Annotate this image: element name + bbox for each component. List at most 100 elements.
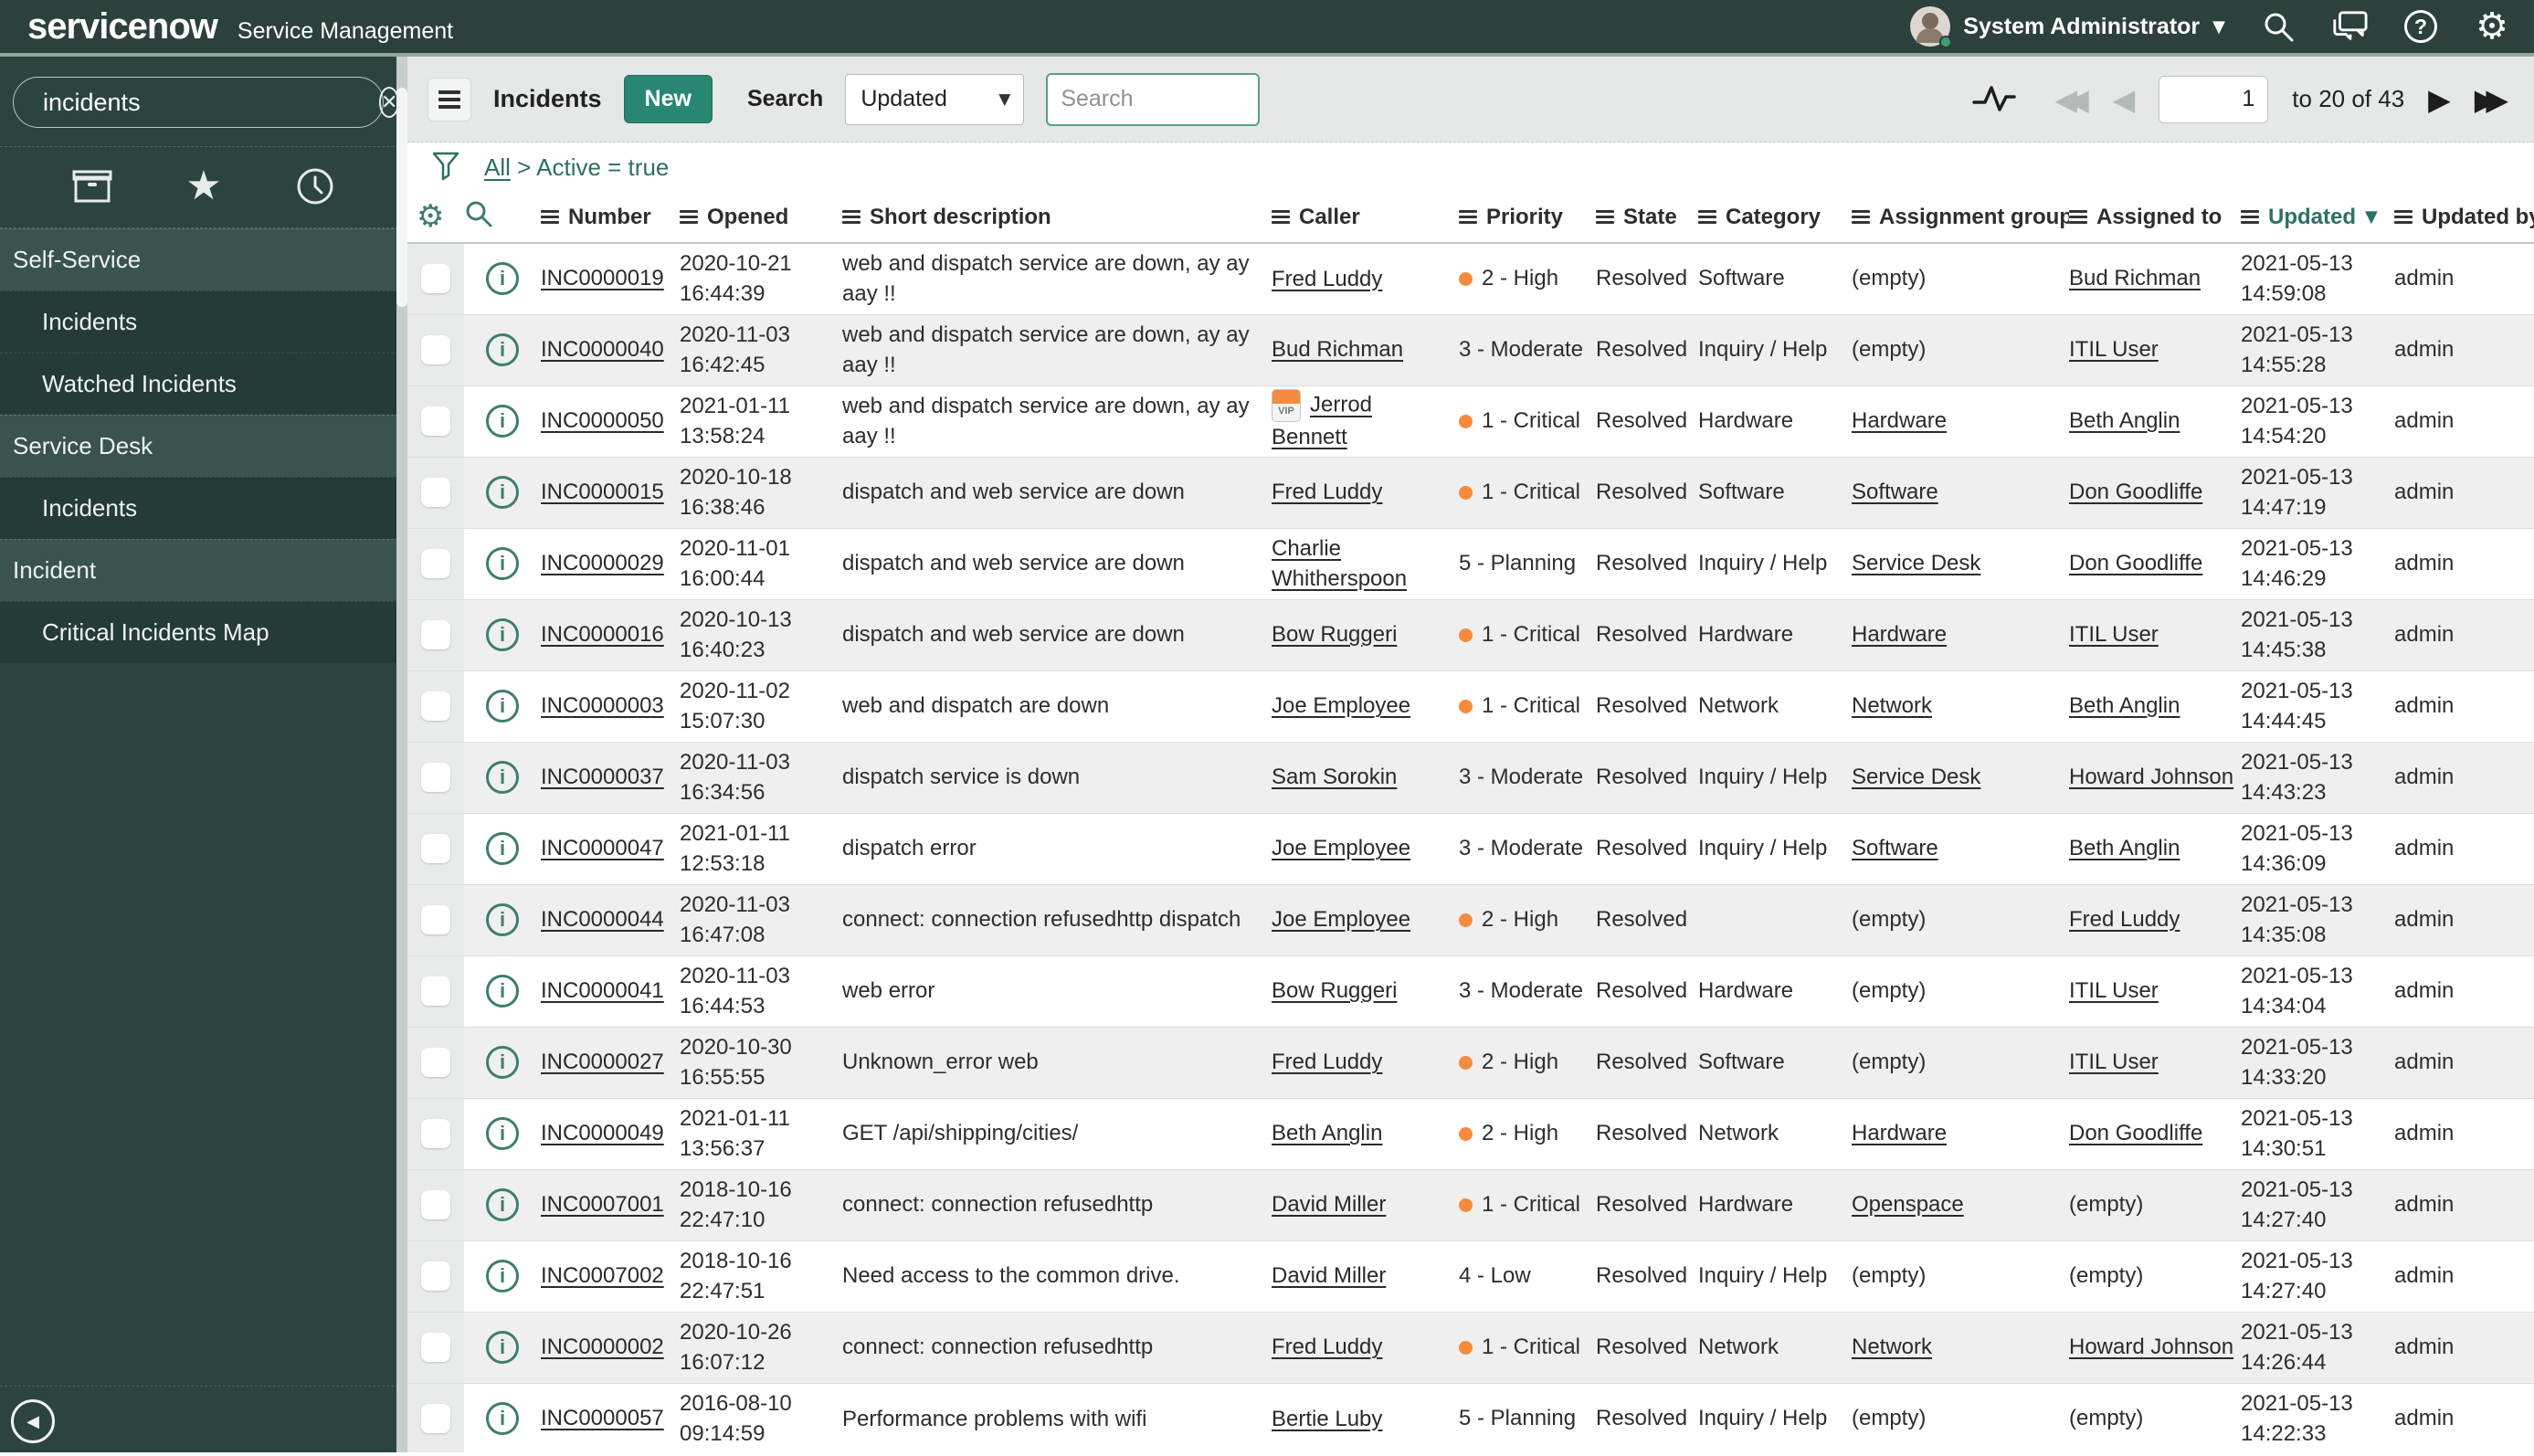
sidebar-scrollbar-thumb[interactable] — [396, 88, 407, 307]
incident-number-link[interactable]: INC0000050 — [541, 408, 664, 433]
record-info-icon[interactable]: i — [486, 1188, 519, 1221]
user-name[interactable]: System Administrator — [1963, 14, 2200, 40]
assigned-to-link[interactable]: Don Goodliffe — [2069, 551, 2202, 575]
incident-number-link[interactable]: INC0000027 — [541, 1050, 664, 1074]
assigned-to-link[interactable]: ITIL User — [2069, 622, 2159, 647]
assigned-to-link[interactable]: Don Goodliffe — [2069, 480, 2202, 504]
column-header-state[interactable]: State — [1596, 192, 1698, 244]
current-row-input[interactable] — [2159, 75, 2269, 123]
column-header-category[interactable]: Category — [1698, 192, 1852, 244]
incident-number-link[interactable]: INC0000002 — [541, 1335, 664, 1359]
navigator-filter-box[interactable]: ✕ — [13, 77, 400, 128]
incident-number-link[interactable]: INC0000044 — [541, 907, 664, 932]
record-info-icon[interactable]: i — [486, 1046, 519, 1079]
row-checkbox[interactable] — [421, 1261, 450, 1291]
column-header-priority[interactable]: Priority — [1459, 192, 1596, 244]
breadcrumb-condition-link[interactable]: Active = true — [536, 153, 669, 181]
record-info-icon[interactable]: i — [486, 476, 519, 509]
record-info-icon[interactable]: i — [486, 903, 519, 936]
row-checkbox[interactable] — [421, 478, 450, 507]
history-tab[interactable] — [288, 164, 343, 209]
caller-link[interactable]: Bud Richman — [1272, 337, 1403, 362]
assignment-group-link[interactable]: Service Desk — [1852, 551, 1980, 575]
assignment-group-link[interactable]: Software — [1852, 480, 1938, 504]
first-page-button[interactable]: ◀◀ — [2054, 85, 2088, 114]
row-checkbox[interactable] — [421, 976, 450, 1006]
record-info-icon[interactable]: i — [486, 262, 519, 296]
caller-link[interactable]: Sam Sorokin — [1272, 765, 1397, 789]
sidebar-item-incidents[interactable]: Incidents — [0, 477, 407, 539]
list-column-search-button[interactable] — [464, 192, 541, 244]
column-header-assignment-group[interactable]: Assignment group — [1852, 192, 2069, 244]
user-menu[interactable]: System Administrator ▼ — [1910, 6, 2225, 48]
assigned-to-link[interactable]: Fred Luddy — [2069, 907, 2180, 932]
incident-number-link[interactable]: INC0000049 — [541, 1121, 664, 1145]
caller-link[interactable]: David Miller — [1272, 1263, 1386, 1288]
row-checkbox[interactable] — [421, 691, 450, 721]
row-checkbox[interactable] — [421, 264, 450, 294]
record-info-icon[interactable]: i — [486, 1331, 519, 1364]
list-activity-icon[interactable] — [1972, 79, 2017, 120]
previous-page-button[interactable]: ◀ — [2113, 85, 2136, 114]
record-info-icon[interactable]: i — [486, 1260, 519, 1292]
incident-number-link[interactable]: INC0000041 — [541, 978, 664, 1003]
assigned-to-link[interactable]: Beth Anglin — [2069, 408, 2180, 433]
global-search-icon[interactable] — [2260, 8, 2296, 45]
incident-number-link[interactable]: INC0000037 — [541, 765, 664, 789]
search-field-select[interactable]: Updated ▼ — [845, 73, 1025, 125]
row-checkbox[interactable] — [421, 763, 450, 792]
row-checkbox[interactable] — [421, 1333, 450, 1362]
assigned-to-link[interactable]: Beth Anglin — [2069, 693, 2180, 718]
column-header-short-description[interactable]: Short description — [842, 192, 1272, 244]
record-info-icon[interactable]: i — [486, 1402, 519, 1436]
settings-gear-icon[interactable]: ⚙ — [2474, 8, 2510, 45]
sidebar-item-critical-incidents-map[interactable]: Critical Incidents Map — [0, 601, 407, 663]
caller-link[interactable]: David Miller — [1272, 1192, 1386, 1217]
favorites-tab[interactable]: ★ — [176, 164, 231, 209]
column-header-updated-by[interactable]: Updated by — [2394, 192, 2534, 244]
row-checkbox[interactable] — [421, 335, 450, 364]
assignment-group-link[interactable]: Hardware — [1852, 1121, 1947, 1145]
column-header-number[interactable]: Number — [541, 192, 680, 244]
row-checkbox[interactable] — [421, 905, 450, 934]
breadcrumb-all-link[interactable]: All — [484, 153, 511, 181]
incident-number-link[interactable]: INC0000015 — [541, 480, 664, 504]
caller-link[interactable]: Fred Luddy — [1272, 1335, 1382, 1359]
new-record-button[interactable]: New — [623, 75, 713, 123]
incident-number-link[interactable]: INC0000003 — [541, 693, 664, 718]
record-info-icon[interactable]: i — [486, 975, 519, 1008]
row-checkbox[interactable] — [421, 1119, 450, 1148]
row-checkbox[interactable] — [421, 834, 450, 863]
column-header-updated[interactable]: Updated ▼ — [2241, 192, 2394, 244]
caller-link[interactable]: Bow Ruggeri — [1272, 622, 1397, 647]
assigned-to-link[interactable]: ITIL User — [2069, 1050, 2159, 1074]
assignment-group-link[interactable]: Network — [1852, 693, 1932, 718]
row-checkbox[interactable] — [421, 1404, 450, 1434]
assigned-to-link[interactable]: Howard Johnson — [2069, 1335, 2233, 1359]
caller-link[interactable]: Bertie Luby — [1272, 1407, 1382, 1431]
caller-link[interactable]: Charlie Whitherspoon — [1272, 536, 1407, 591]
caller-link[interactable]: Beth Anglin — [1272, 1121, 1382, 1145]
record-info-icon[interactable]: i — [486, 1117, 519, 1150]
assignment-group-link[interactable]: Software — [1852, 836, 1938, 860]
incident-number-link[interactable]: INC0000016 — [541, 622, 664, 647]
help-icon[interactable]: ? — [2402, 8, 2439, 45]
incident-number-link[interactable]: INC0007001 — [541, 1192, 664, 1217]
connect-chat-icon[interactable] — [2331, 8, 2368, 45]
record-info-icon[interactable]: i — [486, 761, 519, 794]
assignment-group-link[interactable]: Service Desk — [1852, 765, 1980, 789]
user-avatar[interactable] — [1910, 6, 1953, 48]
caller-link[interactable]: Fred Luddy — [1272, 480, 1382, 504]
assigned-to-link[interactable]: Don Goodliffe — [2069, 1121, 2202, 1145]
caller-link[interactable]: Fred Luddy — [1272, 1050, 1382, 1074]
column-header-assigned-to[interactable]: Assigned to — [2069, 192, 2241, 244]
incident-number-link[interactable]: INC0000019 — [541, 266, 664, 290]
caller-link[interactable]: Bow Ruggeri — [1272, 978, 1397, 1003]
column-header-caller[interactable]: Caller — [1272, 192, 1459, 244]
record-info-icon[interactable]: i — [486, 405, 519, 438]
row-checkbox[interactable] — [421, 549, 450, 578]
column-header-opened[interactable]: Opened — [680, 192, 842, 244]
record-info-icon[interactable]: i — [486, 690, 519, 723]
record-info-icon[interactable]: i — [486, 333, 519, 366]
caller-link[interactable]: Fred Luddy — [1272, 267, 1382, 291]
